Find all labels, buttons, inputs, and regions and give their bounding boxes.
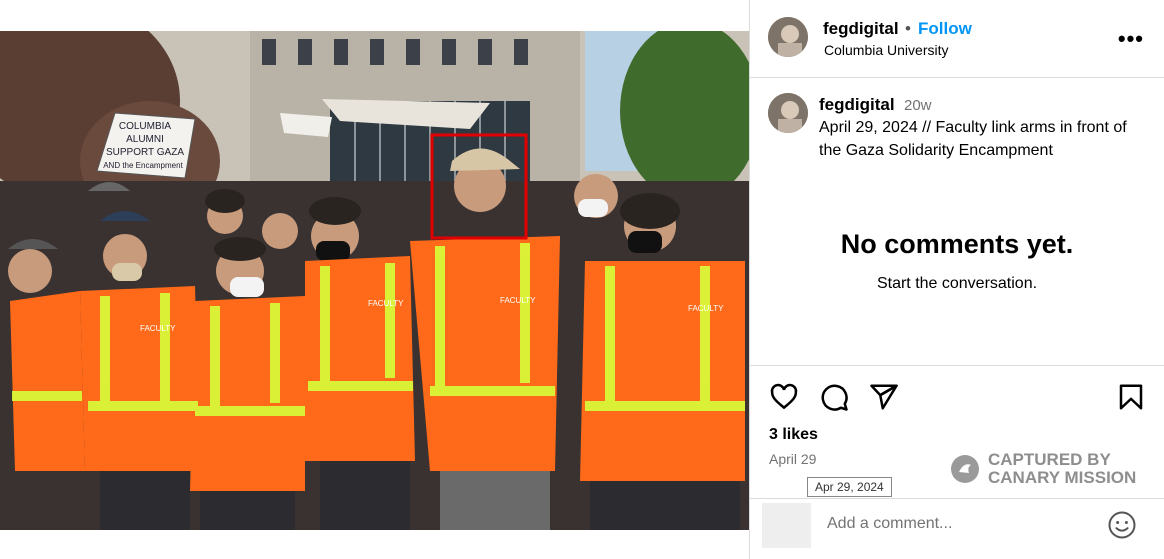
avatar[interactable] (768, 17, 808, 57)
caption-avatar[interactable] (768, 93, 808, 133)
avatar-image (768, 17, 808, 57)
post-date[interactable]: April 29 (769, 451, 816, 467)
heart-icon (770, 383, 798, 410)
svg-text:AND the Encampment: AND the Encampment (103, 161, 183, 170)
caption-username[interactable]: fegdigital (819, 95, 895, 115)
follow-button[interactable]: Follow (918, 19, 972, 39)
svg-text:FACULTY: FACULTY (500, 296, 536, 305)
watermark: CAPTURED BY CANARY MISSION (950, 451, 1136, 487)
svg-text:COLUMBIA: COLUMBIA (119, 121, 172, 132)
watermark-line1: CAPTURED BY (988, 450, 1111, 469)
likes-count[interactable]: 3 likes (769, 426, 818, 444)
protest-photo: COLUMBIA ALUMNI SUPPORT GAZA AND the Enc… (0, 31, 749, 530)
date-tooltip: Apr 29, 2024 (807, 477, 892, 497)
share-icon (870, 384, 898, 410)
watermark-line2: CANARY MISSION (988, 468, 1137, 487)
share-button[interactable] (869, 382, 899, 417)
emoji-icon (1108, 511, 1136, 539)
comment-avatar (762, 503, 811, 548)
more-options-icon[interactable]: ••• (1118, 26, 1144, 52)
post-header: fegdigital • Follow Columbia University … (750, 0, 1164, 78)
post-sidebar: fegdigital • Follow Columbia University … (750, 0, 1164, 559)
username[interactable]: fegdigital (823, 19, 899, 39)
svg-text:FACULTY: FACULTY (140, 324, 176, 333)
svg-text:ALUMNI: ALUMNI (126, 134, 164, 145)
save-button[interactable] (1116, 382, 1146, 417)
post-photo[interactable]: COLUMBIA ALUMNI SUPPORT GAZA AND the Enc… (0, 31, 749, 530)
svg-text:SUPPORT GAZA: SUPPORT GAZA (106, 147, 184, 158)
caption-age: 20w (904, 97, 932, 114)
svg-text:FACULTY: FACULTY (688, 304, 724, 313)
comment-input[interactable] (825, 514, 1099, 534)
empty-comments-title: No comments yet. (840, 229, 1074, 259)
like-button[interactable] (769, 382, 799, 417)
actions-divider (750, 365, 1164, 366)
caption-text: April 29, 2024 // Faculty link arms in f… (819, 119, 1127, 159)
emoji-button[interactable] (1107, 510, 1137, 545)
comment-icon (821, 384, 848, 411)
empty-comments-subtitle: Start the conversation. (876, 275, 1038, 292)
separator-dot: • (905, 19, 911, 38)
protest-sign: COLUMBIA ALUMNI SUPPORT GAZA AND the Enc… (96, 112, 196, 179)
canary-logo-icon (951, 455, 979, 483)
comment-button[interactable] (819, 382, 849, 417)
comment-divider (750, 498, 1164, 499)
photo-pane: COLUMBIA ALUMNI SUPPORT GAZA AND the Enc… (0, 0, 749, 559)
avatar-image (768, 93, 808, 133)
svg-text:FACULTY: FACULTY (368, 299, 404, 308)
bookmark-icon (1119, 384, 1143, 410)
location-link[interactable]: Columbia University (824, 42, 948, 58)
